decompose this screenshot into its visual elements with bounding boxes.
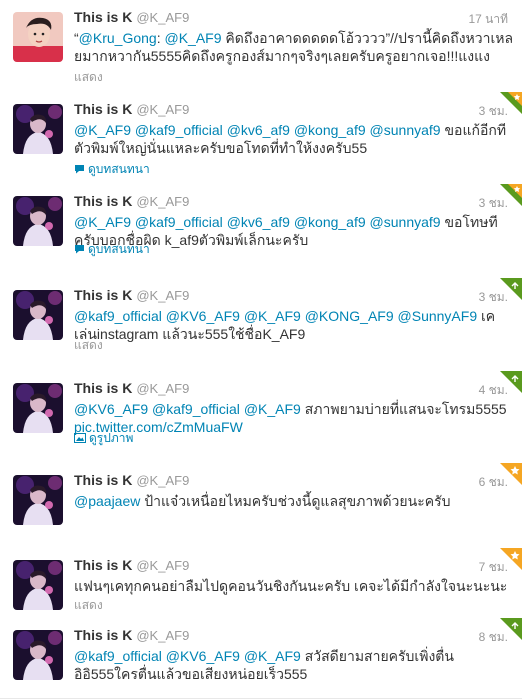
display-name[interactable]: This is K @K_AF9 [74,287,189,303]
screen-name[interactable]: @K_AF9 [136,473,189,488]
mention-link[interactable]: @kaf9_official [74,648,162,664]
mention-link[interactable]: @kong_af9 [294,122,366,138]
expand-tweet-link[interactable]: แสดง [74,68,103,87]
favorite-corner-icon [500,548,522,570]
display-name[interactable]: This is K @K_AF9 [74,380,189,396]
retweet-corner-icon [500,278,522,300]
avatar[interactable] [13,475,63,525]
tweet-text-segment: : [156,30,165,46]
display-name[interactable]: This is K @K_AF9 [74,557,189,573]
avatar[interactable] [13,560,63,610]
tweet-timeline: This is K @K_AF9 17 นาที “@Kru_Gong: @K_AF9… [0,0,524,699]
screen-name[interactable]: @K_AF9 [136,194,189,209]
mention-link[interactable]: @sunnyaf9 [370,214,441,230]
mention-link[interactable]: @paajaew [74,493,140,509]
view-conversation-link[interactable]: ดูบทสนทนา [74,240,150,259]
mention-link[interactable]: @KONG_AF9 [305,308,394,324]
display-name[interactable]: This is K @K_AF9 [74,101,189,117]
avatar[interactable] [13,383,63,433]
mention-link[interactable]: @kv6_af9 [227,214,290,230]
tweet[interactable]: This is K @K_AF9 8 ชม. @kaf9_official @KV6_… [0,618,522,699]
tweet-text-segment: สภาพยามบ่ายที่แสนจะโทรม5555 [300,401,507,417]
view-conversation-link[interactable]: ดูบทสนทนา [74,160,150,179]
mention-link[interactable]: @K_AF9 [74,122,131,138]
action-label: ดูบทสนทนา [88,162,150,176]
tweet-text-segment: ป้าแจ๋วเหนื่อยไหมครับช่วงนี้ดูแลสุขภาพด้… [140,493,451,509]
mention-link[interactable]: @K_AF9 [74,214,131,230]
action-label: แสดง [74,70,103,84]
tweet-text: “@Kru_Gong: @K_AF9 คิดถึงอาคาดดดดดโอ้ววว… [74,29,514,65]
speech-bubble-icon [74,163,85,177]
avatar[interactable] [13,196,63,246]
mention-link[interactable]: @sunnyaf9 [370,122,441,138]
tweet[interactable]: This is K @K_AF9 3 ชม. @K_AF9 @kaf9_officia… [0,184,522,279]
mention-link[interactable]: @kaf9_official [152,401,240,417]
expand-tweet-link[interactable]: แสดง [74,596,103,615]
tweet-text: @KV6_AF9 @kaf9_official @K_AF9 สภาพยามบ่… [74,400,514,436]
avatar[interactable] [13,12,63,62]
action-label: แสดง [74,598,103,612]
action-label: แสดง [74,338,103,352]
favorite-corner-icon [500,463,522,485]
screen-name[interactable]: @K_AF9 [136,10,189,25]
avatar[interactable] [13,290,63,340]
display-name[interactable]: This is K @K_AF9 [74,472,189,488]
display-name-text[interactable]: This is K [74,557,132,573]
display-name-text[interactable]: This is K [74,287,132,303]
mention-link[interactable]: @kong_af9 [294,214,366,230]
screen-name[interactable]: @K_AF9 [136,558,189,573]
mention-link[interactable]: @K_AF9 [165,30,222,46]
display-name-text[interactable]: This is K [74,472,132,488]
mention-link[interactable]: @KV6_AF9 [74,401,148,417]
speech-bubble-icon [74,243,85,257]
mention-link[interactable]: @K_AF9 [244,648,301,664]
mention-link[interactable]: @KV6_AF9 [166,648,240,664]
expand-tweet-link[interactable]: แสดง [74,336,103,355]
screen-name[interactable]: @K_AF9 [136,381,189,396]
tweet[interactable]: This is K @K_AF9 17 นาที “@Kru_Gong: @K_AF9… [0,0,522,93]
mention-link[interactable]: @K_AF9 [244,401,301,417]
view-photo-link[interactable]: ดูรูปภาพ [74,429,133,448]
mention-link[interactable]: @kaf9_official [74,308,162,324]
tweet[interactable]: This is K @K_AF9 4 ชม. @KV6_AF9 @kaf9_offic… [0,371,522,464]
photo-icon [74,432,86,446]
tweet-text-segment: แฟนๆเคทุกคนอย่าลืมไปดูคอนวันชิงกันนะครับ… [74,578,508,594]
display-name-text[interactable]: This is K [74,380,132,396]
display-name-text[interactable]: This is K [74,101,132,117]
retweet-corner-icon [500,371,522,393]
mention-link[interactable]: @Kru_Gong [79,30,157,46]
tweet-text: @paajaew ป้าแจ๋วเหนื่อยไหมครับช่วงนี้ดูแ… [74,492,514,510]
display-name-text[interactable]: This is K [74,193,132,209]
screen-name[interactable]: @K_AF9 [136,102,189,117]
tweet[interactable]: This is K @K_AF9 3 ชม. @kaf9_official @KV6_… [0,278,522,372]
retweet-corner-icon [500,618,522,640]
tweet[interactable]: This is K @K_AF9 3 ชม. @K_AF9 @kaf9_officia… [0,92,522,185]
timestamp[interactable]: 17 นาที [468,10,508,29]
action-label: ดูรูปภาพ [89,431,134,445]
display-name[interactable]: This is K @K_AF9 [74,9,189,25]
screen-name[interactable]: @K_AF9 [136,628,189,643]
screen-name[interactable]: @K_AF9 [136,288,189,303]
tweet[interactable]: This is K @K_AF9 6 ชม. @paajaew ป้าแจ๋วเหนื… [0,463,522,549]
mention-link[interactable]: @KV6_AF9 [166,308,240,324]
retweet-favorite-corner-icon [500,92,522,114]
display-name-text[interactable]: This is K [74,627,132,643]
mention-link[interactable]: @SunnyAF9 [398,308,478,324]
display-name-text[interactable]: This is K [74,9,132,25]
display-name[interactable]: This is K @K_AF9 [74,627,189,643]
mention-link[interactable]: @kaf9_official [135,214,223,230]
tweet[interactable]: This is K @K_AF9 7 ชม. แฟนๆเคทุกคนอย่าลืมไป… [0,548,522,619]
retweet-favorite-corner-icon [500,184,522,206]
tweet-text: แฟนๆเคทุกคนอย่าลืมไปดูคอนวันชิงกันนะครับ… [74,577,514,595]
avatar[interactable] [13,630,63,680]
display-name[interactable]: This is K @K_AF9 [74,193,189,209]
mention-link[interactable]: @kaf9_official [135,122,223,138]
tweet-text: @K_AF9 @kaf9_official @kv6_af9 @kong_af9… [74,121,514,157]
tweet-text: @kaf9_official @KV6_AF9 @K_AF9 @KONG_AF9… [74,307,514,343]
avatar[interactable] [13,104,63,154]
action-label: ดูบทสนทนา [88,242,150,256]
tweet-text: @kaf9_official @KV6_AF9 @K_AF9 สวัสดียาม… [74,647,514,683]
mention-link[interactable]: @kv6_af9 [227,122,290,138]
mention-link[interactable]: @K_AF9 [244,308,301,324]
